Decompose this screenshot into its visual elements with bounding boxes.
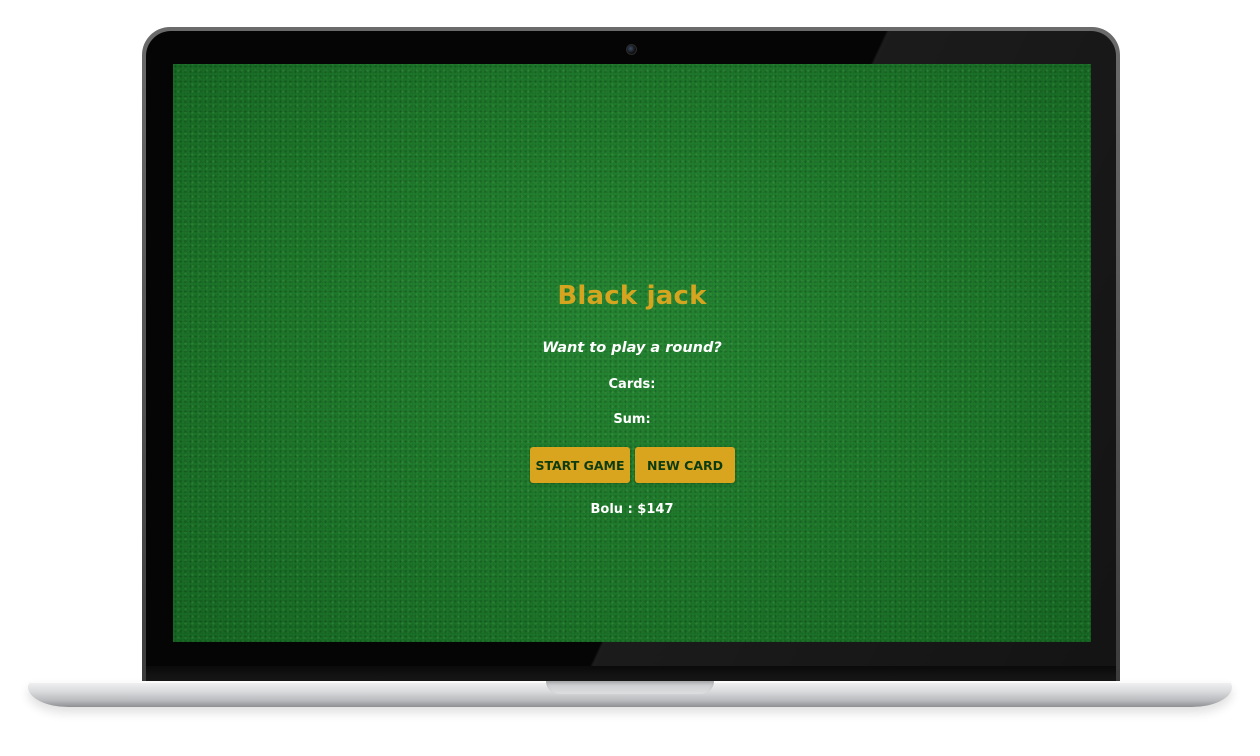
start-game-button[interactable]: START GAME — [530, 447, 630, 483]
webcam-icon — [626, 44, 637, 55]
new-card-button[interactable]: NEW CARD — [635, 447, 735, 483]
player-info: Bolu : $147 — [590, 502, 674, 517]
game-title: Black jack — [557, 281, 707, 311]
game-message: Want to play a round? — [542, 340, 722, 356]
product-mockup: Black jack Want to play a round? Cards: … — [0, 0, 1260, 756]
game-controls: START GAME NEW CARD — [173, 447, 1091, 483]
cards-display: Cards: — [608, 377, 656, 392]
blackjack-game: Black jack Want to play a round? Cards: … — [173, 64, 1091, 642]
browser-viewport: Black jack Want to play a round? Cards: … — [173, 64, 1091, 642]
trackpad-notch — [546, 681, 714, 694]
sum-display: Sum: — [613, 412, 651, 427]
